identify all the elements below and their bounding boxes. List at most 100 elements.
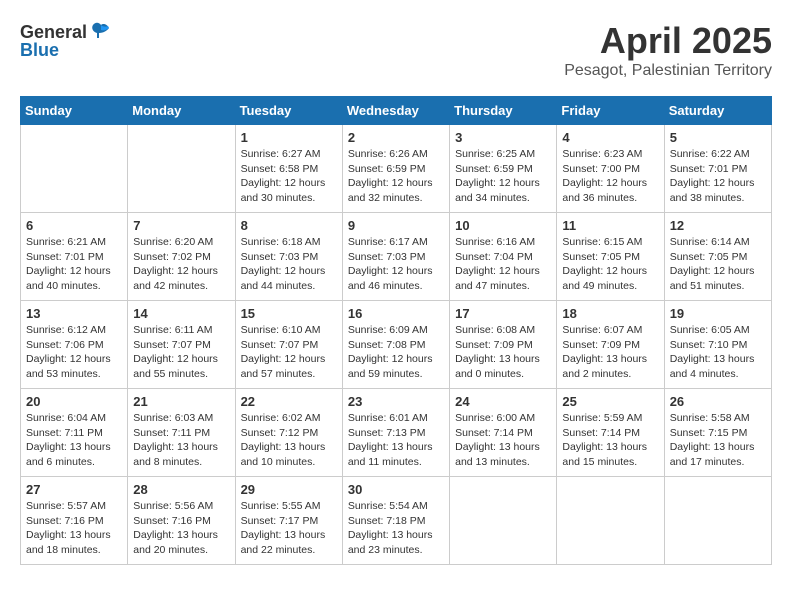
day-detail: Sunrise: 6:11 AM Sunset: 7:07 PM Dayligh… bbox=[133, 323, 229, 382]
calendar-cell bbox=[128, 125, 235, 213]
day-number: 1 bbox=[241, 130, 337, 145]
calendar-cell: 7Sunrise: 6:20 AM Sunset: 7:02 PM Daylig… bbox=[128, 213, 235, 301]
calendar-cell: 29 Sunrise: 5:55 AM Sunset: 7:17 PM Dayli… bbox=[235, 477, 342, 565]
day-detail: Sunrise: 5:57 AM Sunset: 7:16 PM Dayligh… bbox=[26, 499, 122, 558]
calendar-cell: 21Sunrise: 6:03 AM Sunset: 7:11 PM Dayli… bbox=[128, 389, 235, 477]
calendar-cell: 28Sunrise: 5:56 AM Sunset: 7:16 PM Dayli… bbox=[128, 477, 235, 565]
day-number: 29 bbox=[241, 482, 337, 497]
calendar-cell: 24Sunrise: 6:00 AM Sunset: 7:14 PM Dayli… bbox=[450, 389, 557, 477]
calendar-cell: 2 Sunrise: 6:26 AM Sunset: 6:59 PM Daylig… bbox=[342, 125, 449, 213]
calendar-cell: 17Sunrise: 6:08 AM Sunset: 7:09 PM Dayli… bbox=[450, 301, 557, 389]
day-detail: Sunrise: 6:03 AM Sunset: 7:11 PM Dayligh… bbox=[133, 411, 229, 470]
day-detail: Sunrise: 6:08 AM Sunset: 7:09 PM Dayligh… bbox=[455, 323, 551, 382]
day-detail: Sunrise: 6:18 AM Sunset: 7:03 PM Dayligh… bbox=[241, 235, 337, 294]
week-row-2: 6Sunrise: 6:21 AM Sunset: 7:01 PM Daylig… bbox=[21, 213, 772, 301]
day-header-sunday: Sunday bbox=[21, 97, 128, 125]
day-detail: Sunrise: 6:27 AM Sunset: 6:58 PM Dayligh… bbox=[241, 147, 337, 206]
day-detail: Sunrise: 6:17 AM Sunset: 7:03 PM Dayligh… bbox=[348, 235, 444, 294]
logo-blue: Blue bbox=[20, 40, 59, 61]
calendar-cell: 14 Sunrise: 6:11 AM Sunset: 7:07 PM Dayli… bbox=[128, 301, 235, 389]
calendar-cell: 8 Sunrise: 6:18 AM Sunset: 7:03 PM Daylig… bbox=[235, 213, 342, 301]
day-header-wednesday: Wednesday bbox=[342, 97, 449, 125]
day-detail: Sunrise: 6:26 AM Sunset: 6:59 PM Dayligh… bbox=[348, 147, 444, 206]
day-number: 30 bbox=[348, 482, 444, 497]
logo: General Blue bbox=[20, 20, 113, 61]
calendar-cell bbox=[557, 477, 664, 565]
day-number: 5 bbox=[670, 130, 766, 145]
day-number: 8 bbox=[241, 218, 337, 233]
day-number: 18 bbox=[562, 306, 658, 321]
calendar-cell bbox=[664, 477, 771, 565]
day-number: 22 bbox=[241, 394, 337, 409]
logo-bird-icon bbox=[89, 20, 113, 44]
day-header-friday: Friday bbox=[557, 97, 664, 125]
calendar-cell: 22 Sunrise: 6:02 AM Sunset: 7:12 PM Dayli… bbox=[235, 389, 342, 477]
day-number: 25 bbox=[562, 394, 658, 409]
day-detail: Sunrise: 6:15 AM Sunset: 7:05 PM Dayligh… bbox=[562, 235, 658, 294]
day-detail: Sunrise: 6:01 AM Sunset: 7:13 PM Dayligh… bbox=[348, 411, 444, 470]
calendar-cell: 12 Sunrise: 6:14 AM Sunset: 7:05 PM Dayli… bbox=[664, 213, 771, 301]
day-detail: Sunrise: 6:22 AM Sunset: 7:01 PM Dayligh… bbox=[670, 147, 766, 206]
calendar-table: SundayMondayTuesdayWednesdayThursdayFrid… bbox=[20, 96, 772, 565]
calendar-cell: 23Sunrise: 6:01 AM Sunset: 7:13 PM Dayli… bbox=[342, 389, 449, 477]
day-detail: Sunrise: 5:58 AM Sunset: 7:15 PM Dayligh… bbox=[670, 411, 766, 470]
calendar-cell: 26 Sunrise: 5:58 AM Sunset: 7:15 PM Dayli… bbox=[664, 389, 771, 477]
day-detail: Sunrise: 5:55 AM Sunset: 7:17 PM Dayligh… bbox=[241, 499, 337, 558]
calendar-cell: 15 Sunrise: 6:10 AM Sunset: 7:07 PM Dayli… bbox=[235, 301, 342, 389]
calendar-cell: 10 Sunrise: 6:16 AM Sunset: 7:04 PM Dayli… bbox=[450, 213, 557, 301]
day-number: 24 bbox=[455, 394, 551, 409]
day-number: 11 bbox=[562, 218, 658, 233]
month-title: April 2025 bbox=[564, 20, 772, 62]
calendar-cell: 3Sunrise: 6:25 AM Sunset: 6:59 PM Daylig… bbox=[450, 125, 557, 213]
day-number: 9 bbox=[348, 218, 444, 233]
calendar-cell: 27 Sunrise: 5:57 AM Sunset: 7:16 PM Dayli… bbox=[21, 477, 128, 565]
day-number: 3 bbox=[455, 130, 551, 145]
title-block: April 2025 Pesagot, Palestinian Territor… bbox=[564, 20, 772, 80]
day-detail: Sunrise: 6:10 AM Sunset: 7:07 PM Dayligh… bbox=[241, 323, 337, 382]
day-detail: Sunrise: 6:23 AM Sunset: 7:00 PM Dayligh… bbox=[562, 147, 658, 206]
day-number: 19 bbox=[670, 306, 766, 321]
day-number: 2 bbox=[348, 130, 444, 145]
day-detail: Sunrise: 6:07 AM Sunset: 7:09 PM Dayligh… bbox=[562, 323, 658, 382]
calendar-cell: 9 Sunrise: 6:17 AM Sunset: 7:03 PM Daylig… bbox=[342, 213, 449, 301]
day-number: 7 bbox=[133, 218, 229, 233]
calendar-header-row: SundayMondayTuesdayWednesdayThursdayFrid… bbox=[21, 97, 772, 125]
calendar-cell: 11 Sunrise: 6:15 AM Sunset: 7:05 PM Dayli… bbox=[557, 213, 664, 301]
day-detail: Sunrise: 6:04 AM Sunset: 7:11 PM Dayligh… bbox=[26, 411, 122, 470]
day-detail: Sunrise: 5:59 AM Sunset: 7:14 PM Dayligh… bbox=[562, 411, 658, 470]
calendar-cell: 19 Sunrise: 6:05 AM Sunset: 7:10 PM Dayli… bbox=[664, 301, 771, 389]
day-detail: Sunrise: 6:02 AM Sunset: 7:12 PM Dayligh… bbox=[241, 411, 337, 470]
day-detail: Sunrise: 6:09 AM Sunset: 7:08 PM Dayligh… bbox=[348, 323, 444, 382]
day-detail: Sunrise: 6:16 AM Sunset: 7:04 PM Dayligh… bbox=[455, 235, 551, 294]
calendar-cell bbox=[450, 477, 557, 565]
week-row-3: 13 Sunrise: 6:12 AM Sunset: 7:06 PM Dayli… bbox=[21, 301, 772, 389]
day-number: 10 bbox=[455, 218, 551, 233]
day-detail: Sunrise: 6:05 AM Sunset: 7:10 PM Dayligh… bbox=[670, 323, 766, 382]
day-number: 14 bbox=[133, 306, 229, 321]
day-number: 15 bbox=[241, 306, 337, 321]
day-detail: Sunrise: 6:14 AM Sunset: 7:05 PM Dayligh… bbox=[670, 235, 766, 294]
day-header-saturday: Saturday bbox=[664, 97, 771, 125]
calendar-cell: 13 Sunrise: 6:12 AM Sunset: 7:06 PM Dayli… bbox=[21, 301, 128, 389]
day-header-monday: Monday bbox=[128, 97, 235, 125]
calendar-cell: 16 Sunrise: 6:09 AM Sunset: 7:08 PM Dayli… bbox=[342, 301, 449, 389]
calendar-cell: 20Sunrise: 6:04 AM Sunset: 7:11 PM Dayli… bbox=[21, 389, 128, 477]
page-header: General Blue April 2025 Pesagot, Palesti… bbox=[20, 20, 772, 80]
day-header-tuesday: Tuesday bbox=[235, 97, 342, 125]
day-number: 12 bbox=[670, 218, 766, 233]
week-row-4: 20Sunrise: 6:04 AM Sunset: 7:11 PM Dayli… bbox=[21, 389, 772, 477]
day-detail: Sunrise: 6:12 AM Sunset: 7:06 PM Dayligh… bbox=[26, 323, 122, 382]
day-number: 26 bbox=[670, 394, 766, 409]
calendar-cell: 6Sunrise: 6:21 AM Sunset: 7:01 PM Daylig… bbox=[21, 213, 128, 301]
calendar-cell: 30 Sunrise: 5:54 AM Sunset: 7:18 PM Dayli… bbox=[342, 477, 449, 565]
calendar-cell: 5 Sunrise: 6:22 AM Sunset: 7:01 PM Daylig… bbox=[664, 125, 771, 213]
day-number: 27 bbox=[26, 482, 122, 497]
day-number: 16 bbox=[348, 306, 444, 321]
day-detail: Sunrise: 5:54 AM Sunset: 7:18 PM Dayligh… bbox=[348, 499, 444, 558]
day-detail: Sunrise: 5:56 AM Sunset: 7:16 PM Dayligh… bbox=[133, 499, 229, 558]
day-number: 13 bbox=[26, 306, 122, 321]
location-title: Pesagot, Palestinian Territory bbox=[564, 62, 772, 80]
day-header-thursday: Thursday bbox=[450, 97, 557, 125]
day-number: 6 bbox=[26, 218, 122, 233]
calendar-cell bbox=[21, 125, 128, 213]
